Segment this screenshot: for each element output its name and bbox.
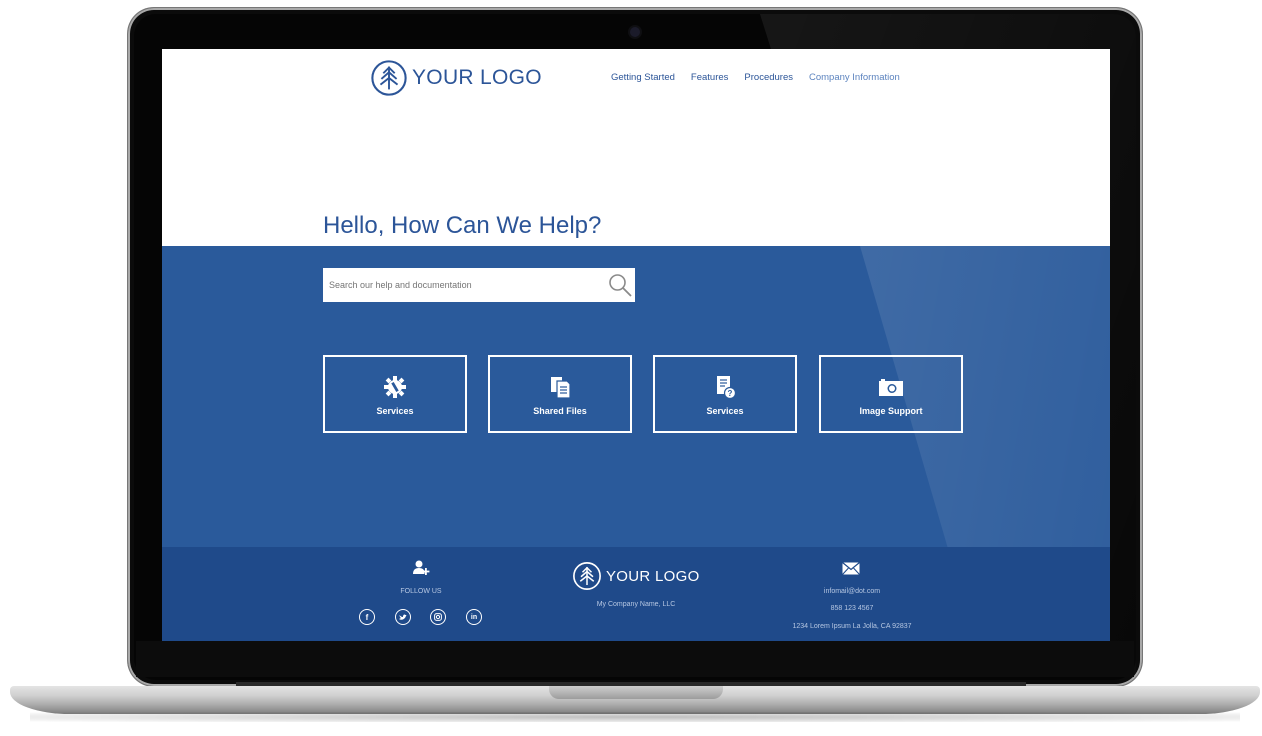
footer-logo[interactable]: YOUR LOGO: [572, 561, 700, 591]
webcam: [630, 27, 640, 37]
header-area: YOUR LOGO Getting Started Features Proce…: [162, 49, 1110, 246]
facebook-icon[interactable]: f: [359, 609, 375, 625]
card-services[interactable]: Services: [323, 355, 467, 433]
documents-icon: [551, 377, 571, 399]
card-label: Services: [376, 406, 414, 416]
card-shared-files[interactable]: Shared Files: [488, 355, 632, 433]
footer: FOLLOW US f in YOUR LOGO My Company Name…: [162, 547, 1110, 641]
bottom-bezel: [136, 641, 1134, 677]
mail-icon: [842, 562, 860, 575]
search-input[interactable]: [323, 279, 601, 291]
tree-logo-icon: [573, 562, 601, 590]
gear-wrench-icon: [384, 376, 406, 398]
card-services-help[interactable]: ? Services: [653, 355, 797, 433]
laptop-notch: [549, 686, 723, 699]
linkedin-icon[interactable]: in: [466, 609, 482, 625]
company-name: My Company Name, LLC: [596, 601, 676, 608]
hero-section: Services Shared Files: [162, 246, 1110, 547]
contact-email[interactable]: infomail@dot.com: [772, 588, 932, 595]
logo-text: YOUR LOGO: [412, 66, 542, 89]
page-title: Hello, How Can We Help?: [323, 212, 602, 239]
search-icon[interactable]: [607, 272, 633, 298]
twitter-icon[interactable]: [395, 609, 411, 625]
screen: YOUR LOGO Getting Started Features Proce…: [162, 49, 1110, 641]
document-question-icon: ?: [717, 376, 737, 400]
base-shadow: [30, 712, 1240, 722]
tree-logo-icon: [371, 60, 407, 96]
nav-procedures[interactable]: Procedures: [744, 72, 793, 83]
follow-us-label: FOLLOW US: [400, 588, 442, 595]
main-nav: Getting Started Features Procedures Comp…: [611, 72, 900, 83]
nav-features[interactable]: Features: [691, 72, 729, 83]
card-image-support[interactable]: Image Support: [819, 355, 963, 433]
nav-getting-started[interactable]: Getting Started: [611, 72, 675, 83]
footer-logo-text: YOUR LOGO: [606, 567, 700, 585]
contact-phone: 858 123 4567: [830, 605, 874, 612]
card-label: Image Support: [859, 406, 923, 416]
card-label: Services: [706, 406, 744, 416]
nav-company-information[interactable]: Company Information: [809, 72, 900, 83]
card-label: Shared Files: [533, 406, 587, 416]
add-user-icon: [413, 560, 430, 575]
header-logo[interactable]: YOUR LOGO: [370, 59, 542, 97]
contact-address: 1234 Lorem Ipsum La Jolla, CA 92837: [792, 623, 912, 630]
search-box: [323, 268, 635, 302]
svg-text:?: ?: [728, 389, 733, 398]
camera-icon: [879, 379, 903, 396]
instagram-icon[interactable]: [430, 609, 446, 625]
